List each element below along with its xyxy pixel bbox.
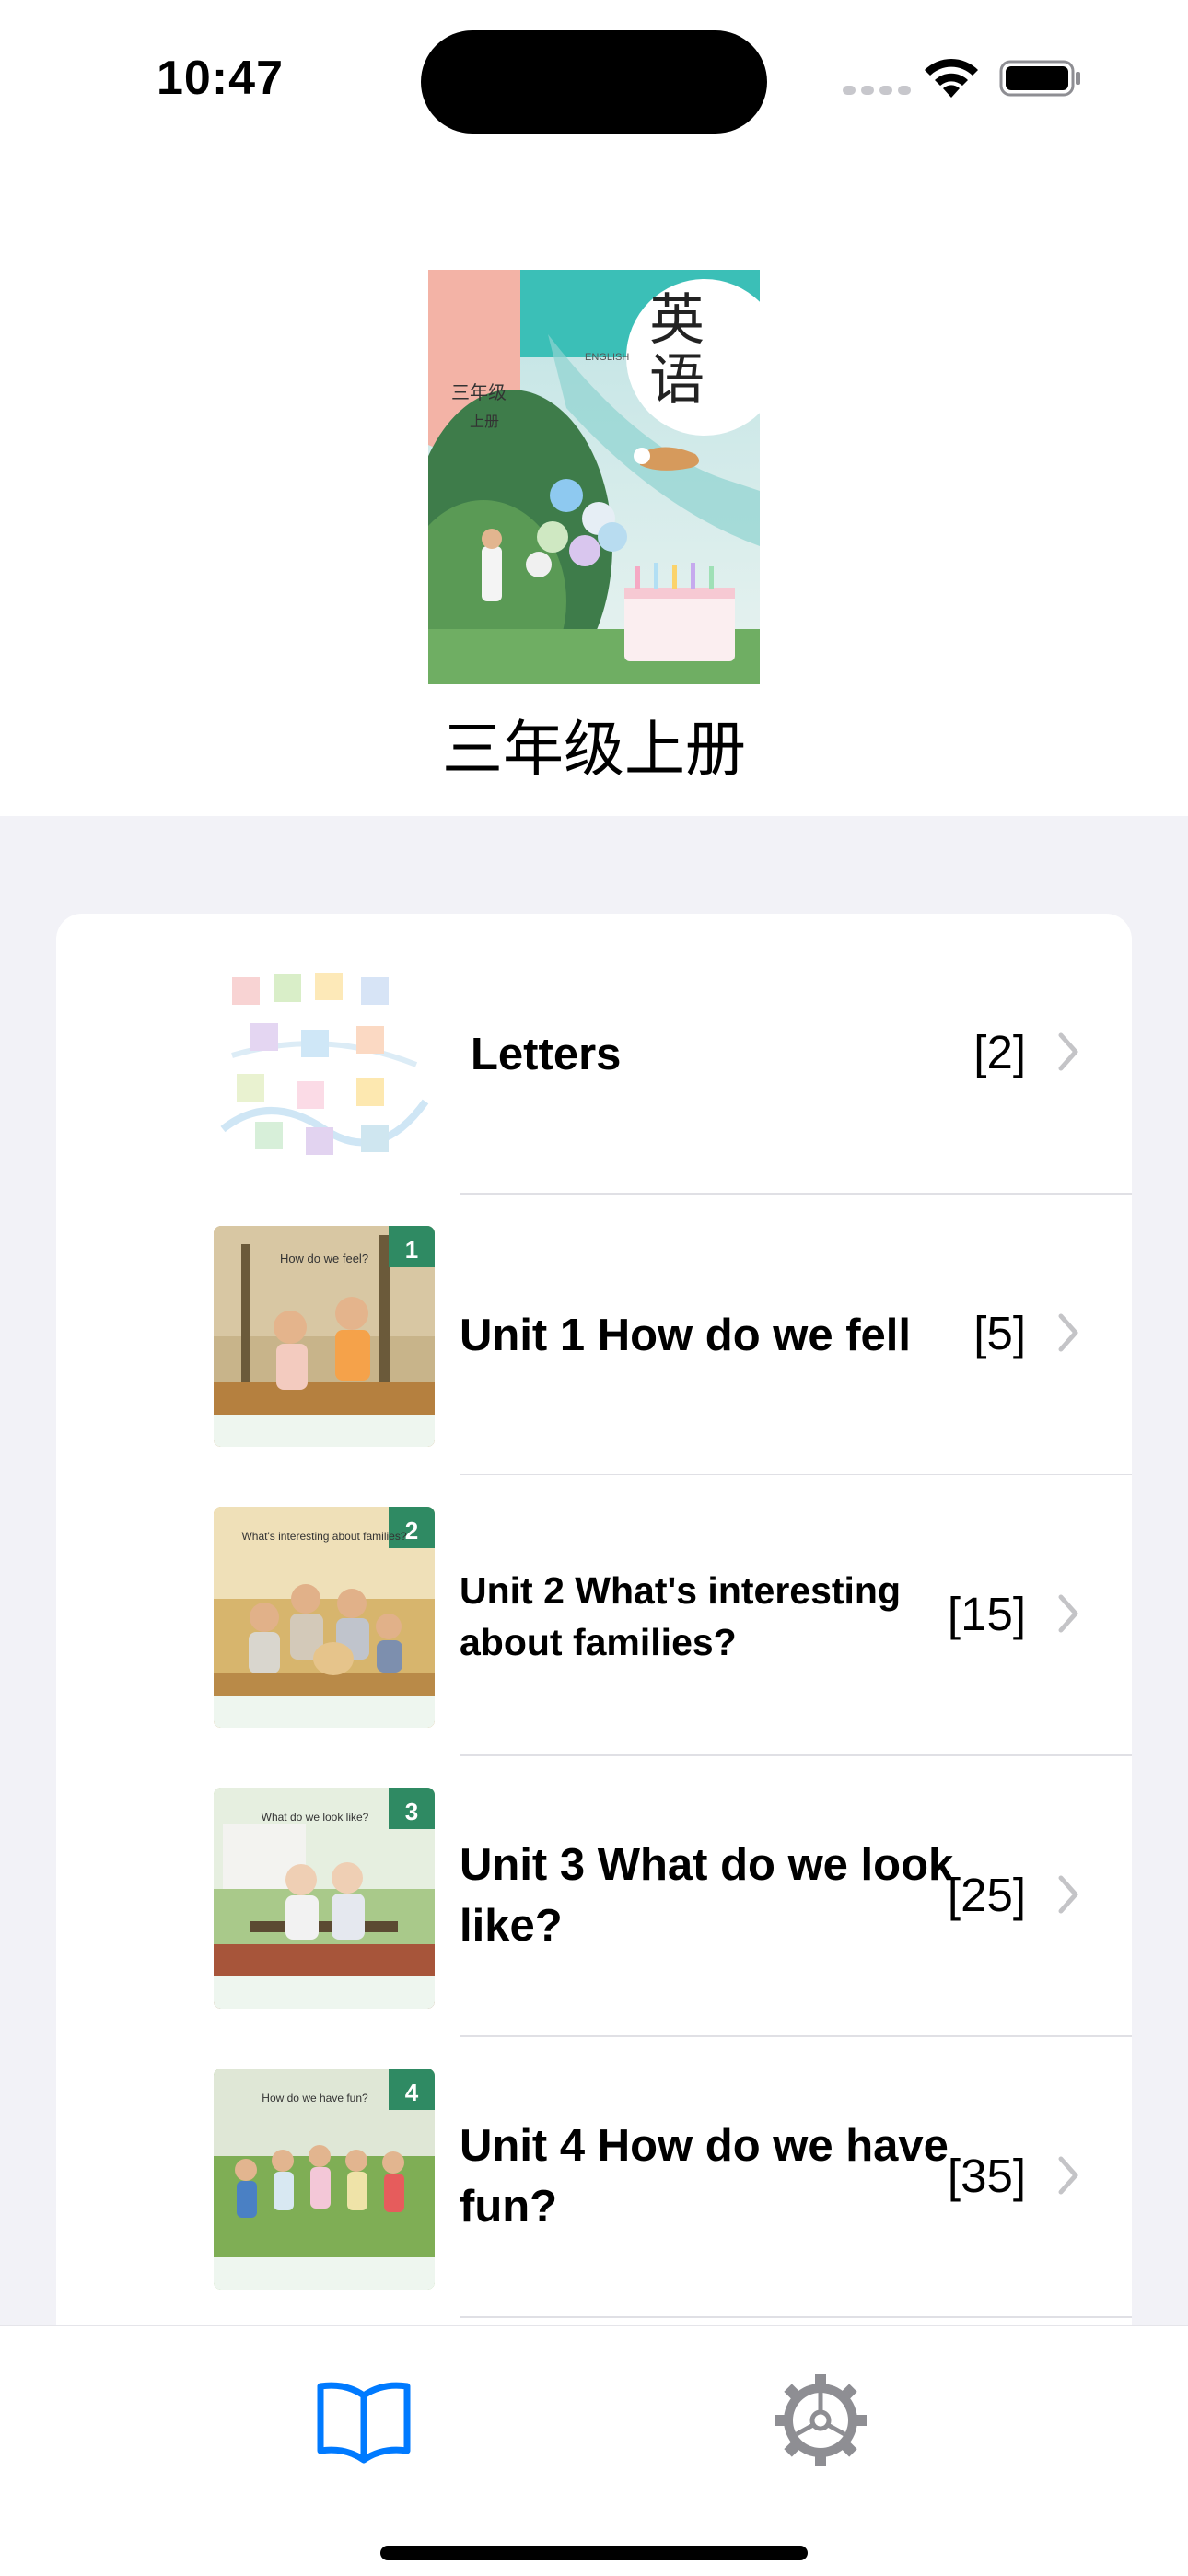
cellular-signal-icon bbox=[843, 86, 911, 95]
list-item-title: Unit 2 What's interesting about families… bbox=[460, 1569, 902, 1663]
list-item-count: [35] bbox=[947, 2150, 1026, 2202]
chevron-right-icon bbox=[1058, 1313, 1078, 1352]
unit-3-thumbnail: What do we look like? 3 bbox=[214, 1788, 435, 2009]
status-time: 10:47 bbox=[157, 52, 284, 105]
unit-list: Letters [2] How do we feel? 1 Unit 1 How… bbox=[56, 914, 1132, 2396]
cover-volume-text: 上册 bbox=[470, 413, 499, 430]
tab-bar bbox=[0, 2325, 1188, 2576]
unit-number-badge: 3 bbox=[405, 1798, 418, 1825]
list-item-unit-3[interactable]: What do we look like? 3 Unit 3 What do w… bbox=[56, 1756, 1132, 2037]
unit-1-thumbnail: How do we feel? 1 bbox=[214, 1226, 435, 1447]
list-item-letters[interactable]: Letters [2] bbox=[56, 914, 1132, 1195]
unit-number-badge: 2 bbox=[405, 1517, 418, 1544]
list-item-title: Unit 3 What do we look like? bbox=[460, 1840, 954, 1951]
list-item-count: [25] bbox=[947, 1869, 1026, 1921]
gear-icon[interactable] bbox=[772, 2372, 869, 2469]
chevron-right-icon bbox=[1058, 1875, 1078, 1914]
list-item-unit-2[interactable]: What's interesting about families? 2 Uni… bbox=[56, 1475, 1132, 1756]
cover-subject-char-1: 英 bbox=[649, 288, 705, 353]
list-item-title: Unit 1 How do we fell bbox=[460, 1311, 912, 1360]
list-item-unit-4[interactable]: How do we have fun? 4 Unit 4 How do we h… bbox=[56, 2037, 1132, 2318]
row-separator bbox=[460, 2316, 1132, 2318]
list-item-count: [2] bbox=[973, 1026, 1026, 1078]
book-title: 三年级上册 bbox=[442, 714, 746, 785]
cover-english-text: ENGLISH bbox=[585, 352, 629, 363]
unit-4-thumbnail: How do we have fun? 4 bbox=[214, 2069, 435, 2290]
cover-subject-char-2: 语 bbox=[649, 348, 705, 413]
book-icon[interactable] bbox=[313, 2375, 414, 2467]
home-indicator bbox=[380, 2546, 808, 2560]
thumb-caption: How do we feel? bbox=[280, 1252, 368, 1265]
book-cover-image[interactable]: 三年级 上册 ENGLISH 英 语 bbox=[428, 270, 760, 684]
unit-number-badge: 1 bbox=[405, 1236, 418, 1264]
thumb-caption: How do we have fun? bbox=[262, 2092, 368, 2104]
letters-thumbnail bbox=[214, 945, 435, 1166]
status-bar: 10:47 bbox=[0, 0, 1188, 157]
list-item-count: [15] bbox=[947, 1588, 1026, 1640]
thumb-caption: What's interesting about families? bbox=[241, 1530, 406, 1543]
cover-grade-text: 三年级 bbox=[451, 381, 507, 403]
list-item-count: [5] bbox=[973, 1307, 1026, 1359]
list-item-unit-1[interactable]: How do we feel? 1 Unit 1 How do we fell … bbox=[56, 1195, 1132, 1475]
list-item-title: Unit 4 How do we have fun? bbox=[460, 2121, 949, 2232]
chevron-right-icon bbox=[1058, 2156, 1078, 2195]
chevron-right-icon bbox=[1058, 1032, 1078, 1071]
battery-icon bbox=[999, 60, 1080, 97]
wifi-icon bbox=[925, 58, 978, 98]
thumb-caption: What do we look like? bbox=[262, 1811, 369, 1824]
book-header: 三年级 上册 ENGLISH 英 语 三年级上册 bbox=[0, 157, 1188, 816]
unit-2-thumbnail: What's interesting about families? 2 bbox=[214, 1507, 435, 1728]
unit-number-badge: 4 bbox=[405, 2079, 419, 2106]
list-item-title: Letters bbox=[471, 1030, 622, 1079]
chevron-right-icon bbox=[1058, 1594, 1078, 1633]
dynamic-island bbox=[421, 30, 767, 134]
